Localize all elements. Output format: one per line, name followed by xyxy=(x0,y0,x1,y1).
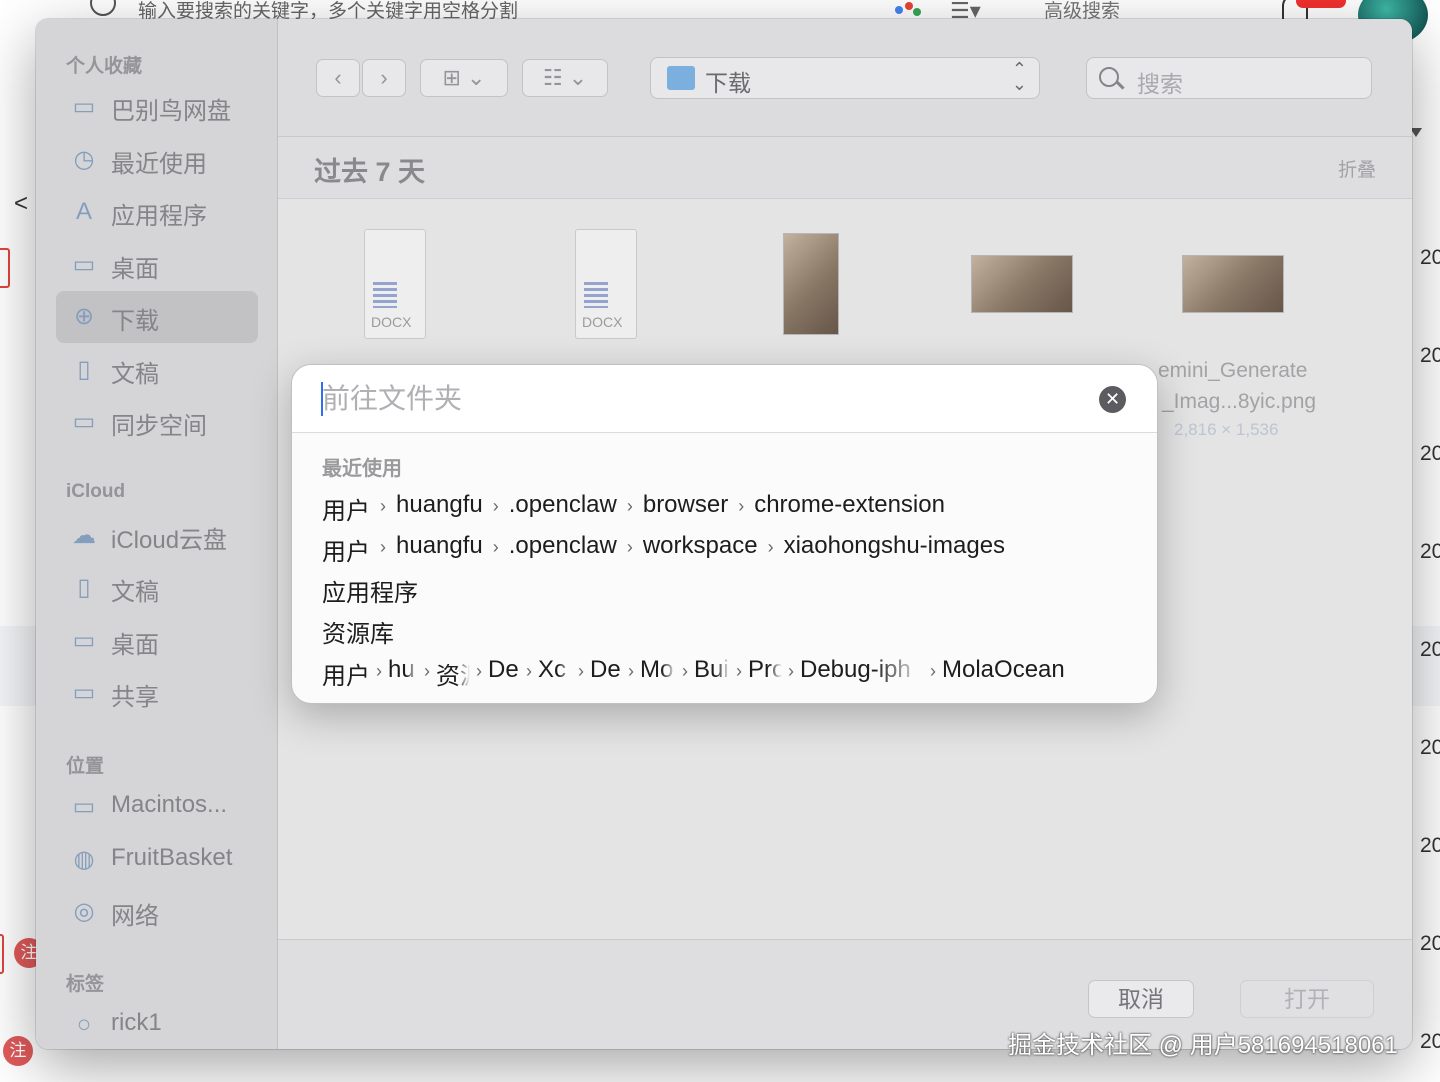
side-number: 20 xyxy=(1420,442,1440,465)
path-segment: Debug-iph xyxy=(800,656,911,683)
chevron-right-icon: › xyxy=(492,496,499,516)
chevron-right-icon: › xyxy=(767,537,774,557)
chevron-right-icon: › xyxy=(738,496,745,516)
watermark: 掘金技术社区 @ 用户581694518061 xyxy=(1008,1032,1398,1059)
recent-path-item[interactable]: 用户 › huangfu › .openclaw › browser › chrome-exte… xyxy=(322,491,945,525)
go-to-folder-input-row: ✕ xyxy=(292,365,1157,433)
recent-header: 最近使用 xyxy=(322,458,402,480)
path-segment: .openclaw xyxy=(508,491,617,518)
clear-icon[interactable]: ✕ xyxy=(1099,386,1126,413)
side-number: 20 xyxy=(1420,638,1440,661)
path-segment: 用户 xyxy=(322,663,370,690)
side-number: 20 xyxy=(1420,834,1440,857)
side-number: 20 xyxy=(1420,344,1440,367)
chevron-right-icon: › xyxy=(476,661,482,681)
chevron-right-icon: › xyxy=(682,661,688,681)
go-to-folder-sheet: ✕ 最近使用 用户 › huangfu › .openclaw › browser › chro… xyxy=(291,364,1158,704)
note-icon[interactable]: 注 xyxy=(3,1036,33,1066)
camera-search-icon[interactable] xyxy=(893,0,923,20)
path-segment: 资源 xyxy=(436,663,470,690)
path-segment: Pro xyxy=(748,656,782,683)
side-number: 20 xyxy=(1420,932,1440,955)
go-to-folder-input[interactable] xyxy=(322,379,1082,419)
side-number: 20 xyxy=(1420,540,1440,563)
path-segment: huangfu xyxy=(396,532,483,559)
path-segment: Mo xyxy=(640,656,674,683)
chevron-right-icon: › xyxy=(626,537,633,557)
chevron-right-icon: › xyxy=(628,661,634,681)
chevron-right-icon: › xyxy=(788,661,794,681)
path-segment: De xyxy=(590,656,621,683)
path-segment: 应用程序 xyxy=(322,580,418,607)
chevron-right-icon: › xyxy=(526,661,532,681)
chevron-right-icon: › xyxy=(578,661,584,681)
chevron-right-icon: › xyxy=(736,661,742,681)
path-segment: MolaOcean xyxy=(942,656,1065,683)
path-segment: Xc xyxy=(538,656,567,683)
chevron-right-icon: › xyxy=(424,661,430,681)
chevron-right-icon: › xyxy=(376,661,382,681)
recent-path-item[interactable]: 用户 › hu › 资源 › De › Xc › De › Mo › Bui › Pro › Debug-iph › M… xyxy=(322,656,1142,690)
chevron-right-icon: › xyxy=(380,496,386,516)
path-segment: 资源库 xyxy=(322,621,394,648)
text-cursor xyxy=(321,382,323,416)
path-segment: huangfu xyxy=(396,491,483,518)
side-number: 20 xyxy=(1420,246,1440,269)
path-segment: workspace xyxy=(642,532,758,559)
chevron-right-icon: › xyxy=(380,537,386,557)
path-segment: 用户 xyxy=(322,539,370,566)
chevron-right-icon: › xyxy=(626,496,633,516)
share-icon[interactable]: < xyxy=(14,190,28,218)
path-segment: xiaohongshu-images xyxy=(783,532,1006,559)
path-segment: De xyxy=(488,656,519,683)
recent-path-item[interactable]: 资源库 xyxy=(322,614,394,648)
background-side-tab[interactable] xyxy=(0,934,4,974)
notification-badge xyxy=(1296,0,1346,8)
path-segment: .openclaw xyxy=(508,532,617,559)
side-number: 20 xyxy=(1420,736,1440,759)
chevron-right-icon: › xyxy=(930,661,936,681)
path-segment: browser xyxy=(642,491,729,518)
background-side-tab[interactable] xyxy=(0,248,10,288)
chevron-right-icon: › xyxy=(492,537,499,557)
path-segment: hu xyxy=(388,656,415,683)
path-segment: 用户 xyxy=(322,498,370,525)
side-number: 20 xyxy=(1420,1030,1440,1053)
path-segment: chrome-extension xyxy=(754,491,945,518)
search-icon xyxy=(90,0,116,16)
recent-path-item[interactable]: 应用程序 xyxy=(322,573,418,607)
recent-path-item[interactable]: 用户 › huangfu › .openclaw › workspace › xiaohongs… xyxy=(322,532,1005,566)
path-segment: Bui xyxy=(694,656,729,683)
